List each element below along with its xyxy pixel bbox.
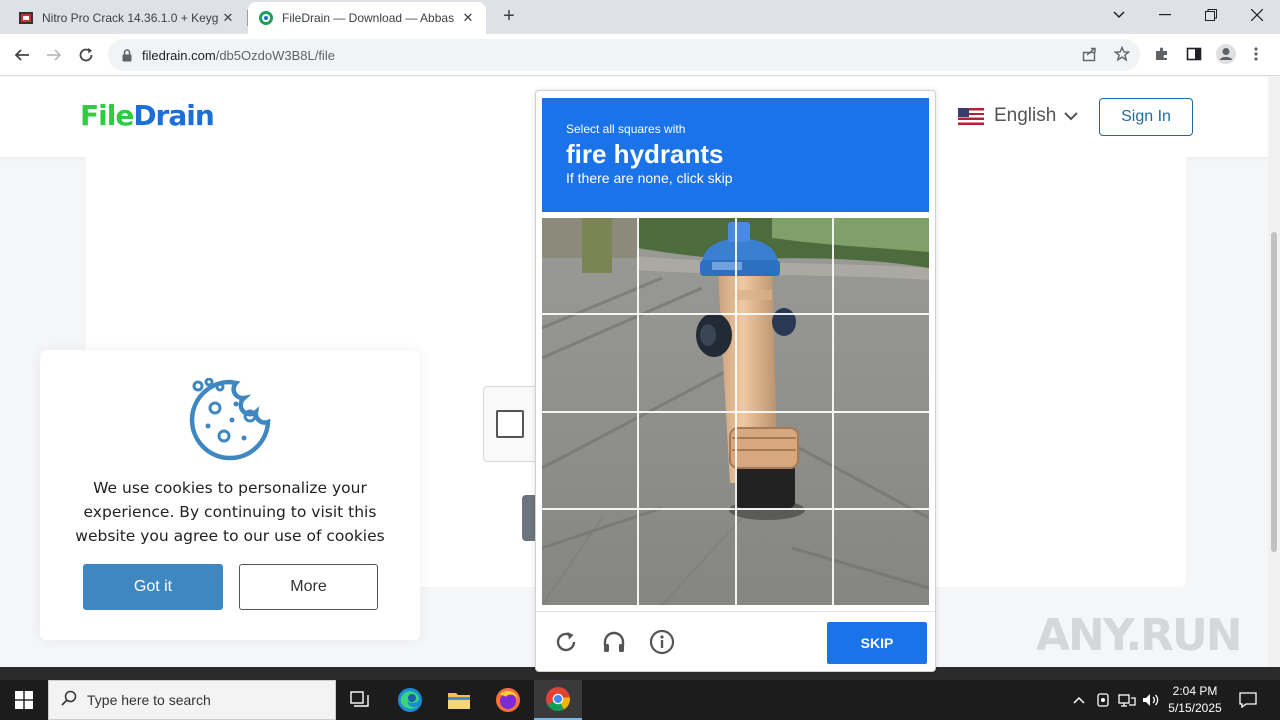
close-window-icon[interactable] [1234, 0, 1280, 30]
chrome-icon[interactable] [534, 680, 582, 720]
prompt-subtext: If there are none, click skip [566, 170, 733, 186]
cookie-message: We use cookies to personalize your exper… [75, 479, 385, 545]
firefox-icon[interactable] [484, 680, 532, 720]
grid-cell-r4c3[interactable] [735, 508, 833, 607]
grid-cell-r4c1[interactable] [540, 508, 639, 607]
search-icon [61, 690, 77, 711]
network-icon[interactable] [1117, 680, 1137, 720]
address-bar[interactable]: filedrain.com/db5OzdoW3B8L/file [108, 39, 1140, 71]
tray-device-icon[interactable] [1094, 680, 1112, 720]
file-explorer-icon[interactable] [435, 680, 483, 720]
menu-kebab-icon[interactable] [1244, 42, 1268, 66]
clock-time: 2:04 PM [1172, 684, 1218, 698]
captcha-footer: SKIP [536, 611, 935, 671]
page-scrollbar[interactable] [1268, 77, 1280, 667]
captcha-prompt: Select all squares with fire hydrants If… [542, 98, 929, 212]
captcha-cells [540, 216, 931, 607]
tab-filedrain[interactable]: FileDrain — Download — Abbas ✕ [248, 2, 486, 34]
captcha-challenge: Select all squares with fire hydrants If… [535, 90, 936, 672]
info-icon[interactable] [648, 628, 676, 656]
new-tab-icon[interactable]: + [498, 5, 520, 27]
task-view-icon[interactable] [336, 680, 384, 720]
grid-cell-r2c4[interactable] [832, 314, 931, 412]
clock-date: 5/15/2025 [1168, 701, 1222, 715]
skip-button[interactable]: SKIP [827, 622, 927, 664]
windows-taskbar: Type here to search 2:04 PM 5/15/2025 [0, 680, 1280, 720]
close-tab-icon[interactable]: ✕ [220, 10, 236, 26]
chevron-down-icon [1064, 111, 1079, 121]
browser-toolbar: filedrain.com/db5OzdoW3B8L/file [0, 34, 1280, 76]
headphones-audio-icon[interactable] [600, 628, 628, 656]
edge-browser-icon[interactable] [386, 680, 434, 720]
filedrain-favicon-icon [258, 10, 274, 26]
grid-cell-r1c1[interactable] [540, 216, 639, 315]
grid-cell-r2c3[interactable] [735, 314, 833, 412]
grid-cell-r2c1[interactable] [540, 314, 639, 412]
filedrain-logo[interactable]: FileDrain [80, 99, 215, 132]
back-arrow-icon[interactable] [9, 42, 35, 68]
captcha-checkbox[interactable] [496, 410, 524, 438]
language-label: English [994, 105, 1057, 126]
language-selector[interactable]: English [958, 105, 1079, 127]
tab-search-icon[interactable] [1096, 0, 1142, 30]
grid-cell-r3c1[interactable] [540, 411, 639, 509]
prompt-instruction: Select all squares with [566, 122, 686, 136]
grid-cell-r2c2[interactable] [638, 314, 736, 412]
grid-cell-r1c4[interactable] [832, 216, 931, 315]
tab-title: Nitro Pro Crack 14.36.1.0 + Keyg [42, 11, 219, 25]
grid-cell-r3c3[interactable] [735, 411, 833, 509]
tab-title: FileDrain — Download — Abbas [282, 11, 455, 25]
restore-icon[interactable] [1188, 0, 1234, 30]
tab-nitro-pro[interactable]: Nitro Pro Crack 14.36.1.0 + Keyg ✕ [8, 2, 246, 34]
grid-cell-r4c2[interactable] [638, 508, 736, 607]
tray-chevron-up-icon[interactable] [1070, 680, 1088, 720]
lock-icon[interactable] [122, 48, 132, 62]
refresh-icon[interactable] [552, 628, 580, 656]
notifications-icon[interactable] [1234, 680, 1262, 720]
more-button[interactable]: More [239, 564, 378, 610]
share-icon[interactable] [1078, 42, 1102, 66]
minimize-icon[interactable] [1142, 0, 1188, 30]
side-panel-icon[interactable] [1182, 42, 1206, 66]
taskbar-clock[interactable]: 2:04 PM 5/15/2025 [1160, 683, 1230, 717]
forward-arrow-icon[interactable] [41, 42, 67, 68]
grid-cell-r3c2[interactable] [638, 411, 736, 509]
grid-cell-r1c2[interactable] [638, 216, 736, 315]
captcha-checkbox-widget [483, 386, 539, 462]
us-flag-icon [958, 107, 984, 125]
search-placeholder: Type here to search [87, 692, 211, 708]
bookmark-star-icon[interactable] [1110, 42, 1134, 66]
reload-icon[interactable] [73, 42, 99, 68]
sign-in-button[interactable]: Sign In [1099, 98, 1193, 136]
anyrun-watermark: ANY.RUN [1036, 610, 1243, 661]
got-it-button[interactable]: Got it [83, 564, 223, 610]
captcha-image-grid [540, 216, 931, 607]
grid-cell-r3c4[interactable] [832, 411, 931, 509]
cookie-consent-banner: We use cookies to personalize your exper… [40, 350, 420, 640]
volume-icon[interactable] [1141, 680, 1161, 720]
video-favicon-icon [18, 10, 34, 26]
tab-strip: Nitro Pro Crack 14.36.1.0 + Keyg ✕ FileD… [0, 0, 1280, 34]
grid-cell-r4c4[interactable] [832, 508, 931, 607]
windows-start-icon[interactable] [0, 680, 48, 720]
prompt-target: fire hydrants [566, 139, 724, 169]
taskbar-search-box[interactable]: Type here to search [48, 680, 336, 720]
extensions-puzzle-icon[interactable] [1150, 42, 1174, 66]
scrollbar-thumb[interactable] [1271, 232, 1277, 552]
profile-avatar-icon[interactable] [1214, 42, 1238, 66]
close-tab-icon[interactable]: ✕ [460, 10, 476, 26]
grid-cell-r1c3[interactable] [735, 216, 833, 315]
cookie-icon [188, 377, 272, 467]
url-text: filedrain.com/db5OzdoW3B8L/file [142, 47, 335, 63]
